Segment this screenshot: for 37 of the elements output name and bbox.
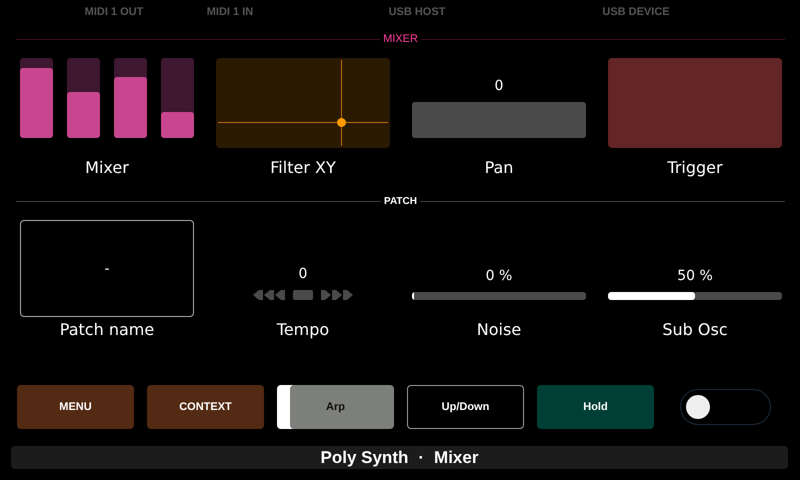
fader-track[interactable]	[67, 58, 100, 138]
control-label: Mixer	[85, 158, 129, 176]
title-text: Mixer	[434, 448, 478, 468]
control-label: Pan	[484, 158, 514, 176]
control-label: Trigger	[667, 158, 723, 176]
toggle-button[interactable]: Arp	[277, 385, 394, 429]
control-label: Sub Osc	[662, 320, 728, 338]
action-button[interactable]: CONTEXT	[147, 385, 264, 429]
slider-value: 0 %	[486, 267, 512, 285]
status-label: MIDI 1 OUT	[84, 6, 144, 18]
patch-name-value: -	[104, 260, 110, 278]
pan-value: 0	[494, 77, 504, 95]
title-text: ·	[418, 448, 424, 468]
xy-handle[interactable]	[337, 118, 346, 127]
action-button[interactable]: Up/Down	[407, 385, 524, 429]
control-label: Tempo	[276, 320, 330, 338]
slider-track[interactable]	[412, 292, 586, 300]
control-label: Patch name	[60, 320, 154, 338]
tempo-value: 0	[298, 265, 308, 283]
status-label: MIDI 1 IN	[206, 6, 254, 18]
action-button[interactable]: Hold	[537, 385, 654, 429]
toggle-switch[interactable]	[680, 389, 771, 425]
status-label: USB DEVICE	[602, 6, 670, 18]
action-button[interactable]: MENU	[17, 385, 134, 429]
pan-slider[interactable]	[412, 102, 586, 138]
slider-value: 50 %	[677, 267, 713, 285]
title-text: Poly Synth	[320, 448, 408, 468]
stepper-arrows-icon[interactable]	[253, 290, 353, 300]
patch-name-box[interactable]: -	[20, 220, 194, 317]
control-label: Noise	[476, 320, 522, 338]
fader-track[interactable]	[114, 58, 147, 138]
fader-track[interactable]	[161, 58, 194, 138]
control-label: Filter XY	[270, 158, 336, 176]
status-label: USB HOST	[388, 6, 446, 18]
slider-track[interactable]	[608, 292, 782, 300]
section-title: MIXER	[383, 33, 418, 45]
section-title: PATCH	[384, 196, 417, 206]
